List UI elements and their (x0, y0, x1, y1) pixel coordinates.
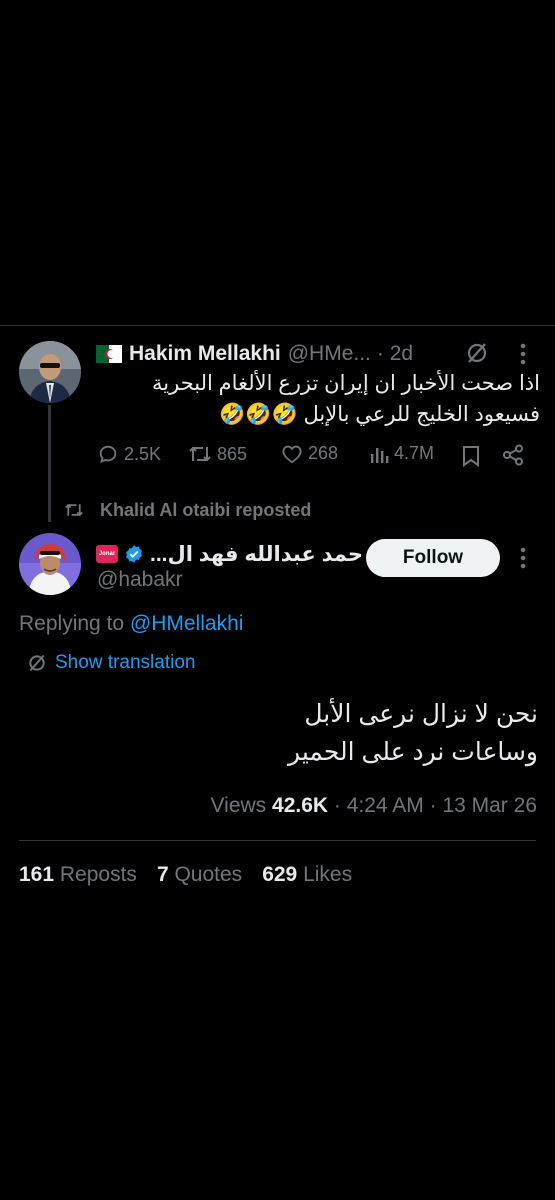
reply-icon (99, 445, 117, 463)
reposts-count: 161 (19, 863, 55, 886)
likes-stat[interactable]: 629 Likes (262, 863, 352, 887)
reposts-stat[interactable]: 161 Reposts (19, 863, 137, 887)
repost-count: 865 (217, 443, 248, 464)
show-translation[interactable]: Show translation (27, 652, 195, 674)
stats-divider-top (19, 840, 536, 841)
replying-to-handle[interactable]: @HMellakhi (130, 612, 244, 635)
views-label: Views (210, 794, 267, 817)
original-time[interactable]: · 2d (377, 342, 413, 366)
main-author-handle[interactable]: @habakr (97, 568, 183, 592)
views-action[interactable]: 4.7M (369, 443, 434, 464)
more-vertical-icon[interactable] (518, 343, 528, 370)
thread-line (48, 405, 51, 522)
follow-button[interactable]: Follow (366, 539, 500, 577)
original-text-line2: فسيعود الخليج للرعي بالإبل 🤣🤣🤣 (219, 403, 540, 426)
grok-icon[interactable] (465, 341, 489, 370)
quotes-count: 7 (156, 863, 169, 886)
bookmark-icon[interactable] (462, 445, 480, 472)
verified-badge-icon (126, 545, 142, 563)
jonar-badge-icon: Jonar (96, 545, 118, 563)
repost-banner: Khalid Al otaibi reposted (64, 499, 311, 521)
likes-label: Likes (303, 863, 353, 886)
quotes-label: Quotes (174, 863, 243, 886)
views-count-main: 42.6K (272, 794, 329, 817)
original-text-line1: اذا صحت الأخبار ان إيران تزرع الألغام ال… (152, 372, 540, 395)
likes-count: 629 (262, 863, 298, 886)
views-time-line: Views 42.6K · 4:24 AM · 13 Mar 26 (211, 794, 537, 818)
reposts-label: Reposts (59, 863, 137, 886)
replying-to-line: Replying to @HMellakhi (19, 612, 243, 636)
top-divider (0, 325, 555, 326)
original-author-avatar[interactable] (19, 341, 81, 403)
algeria-flag-icon (96, 345, 122, 363)
heart-icon (282, 445, 302, 463)
replying-to-label: Replying to (19, 612, 125, 635)
show-translation-label: Show translation (55, 652, 196, 673)
original-author-name[interactable]: Hakim Mellakhi (129, 342, 281, 366)
translate-icon (29, 654, 45, 672)
stats-row: 161 Reposts 7 Quotes 629 Likes (19, 863, 352, 887)
tweet-timestamp[interactable]: · 4:24 AM · 13 Mar 26 (334, 794, 537, 817)
like-action[interactable]: 268 (281, 443, 338, 464)
main-author-name[interactable]: حمد عبدالله فهد ال... (150, 542, 363, 567)
views-icon (371, 447, 389, 463)
like-count: 268 (308, 443, 339, 463)
reply-count: 2.5K (124, 443, 162, 464)
main-text-line1: نحن لا نزال نرعى الأبل (304, 700, 538, 728)
original-header: Hakim Mellakhi @HMe... · 2d (96, 340, 413, 368)
more-vertical-icon[interactable] (518, 547, 528, 574)
repost-action[interactable]: 865 (188, 443, 247, 465)
repost-banner-text[interactable]: Khalid Al otaibi reposted (100, 500, 311, 521)
repost-icon (189, 446, 211, 462)
main-author-avatar[interactable] (19, 533, 81, 595)
views-count: 4.7M (394, 443, 435, 463)
quotes-stat[interactable]: 7 Quotes (157, 863, 242, 887)
main-author-row: Jonar حمد عبدالله فهد ال... (96, 541, 363, 567)
main-text-line2: وساعات نرد على الحمير (288, 738, 538, 766)
original-author-handle[interactable]: @HMe... (288, 342, 371, 366)
repost-small-icon (65, 503, 83, 517)
share-icon[interactable] (502, 444, 524, 471)
reply-action[interactable]: 2.5K (97, 443, 161, 465)
